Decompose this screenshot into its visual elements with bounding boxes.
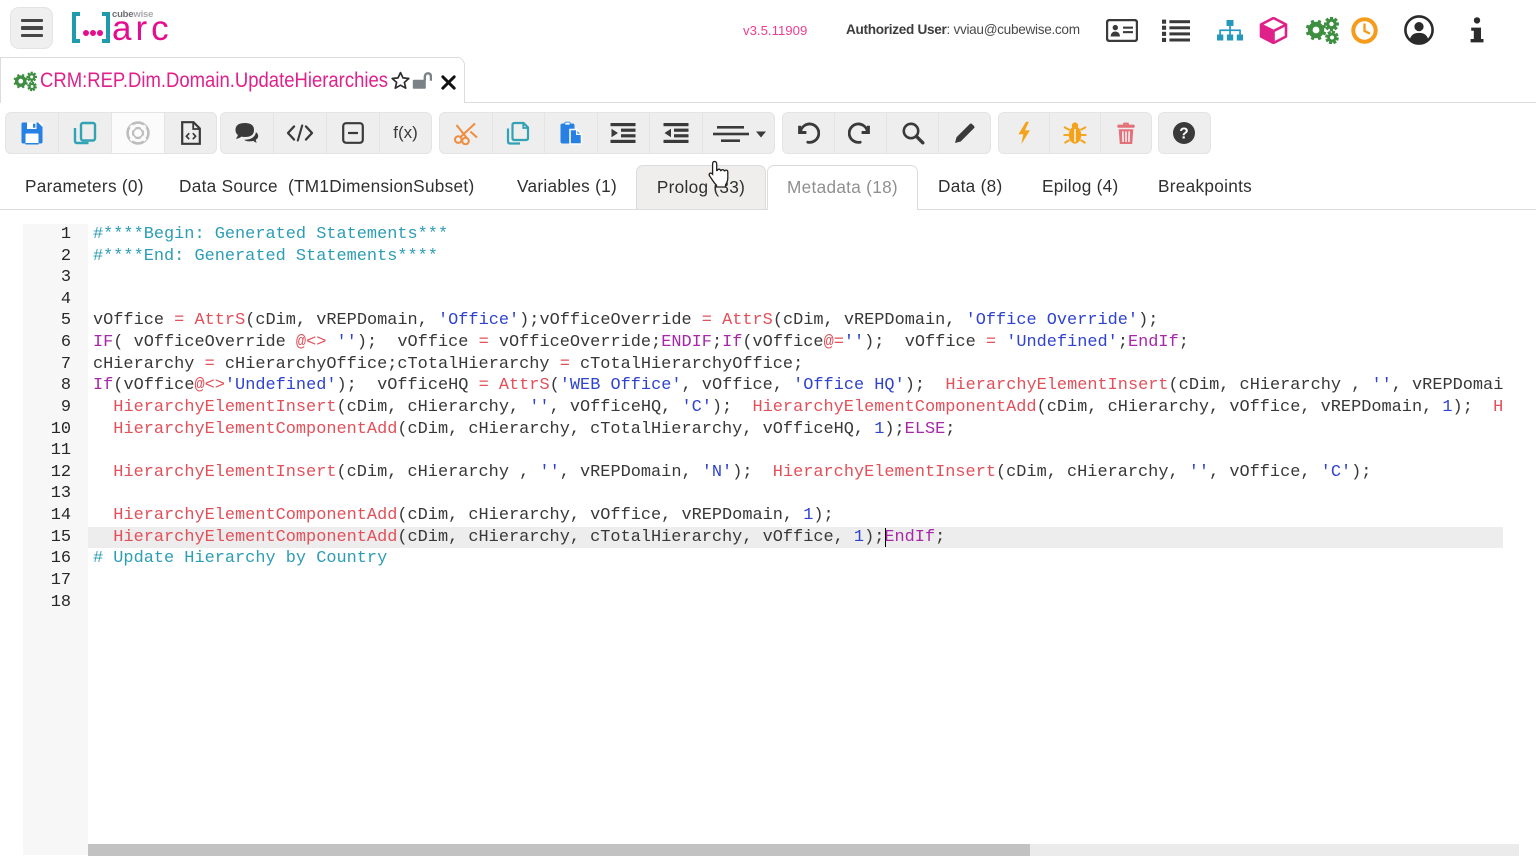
svg-text:?: ? [1179, 125, 1188, 142]
